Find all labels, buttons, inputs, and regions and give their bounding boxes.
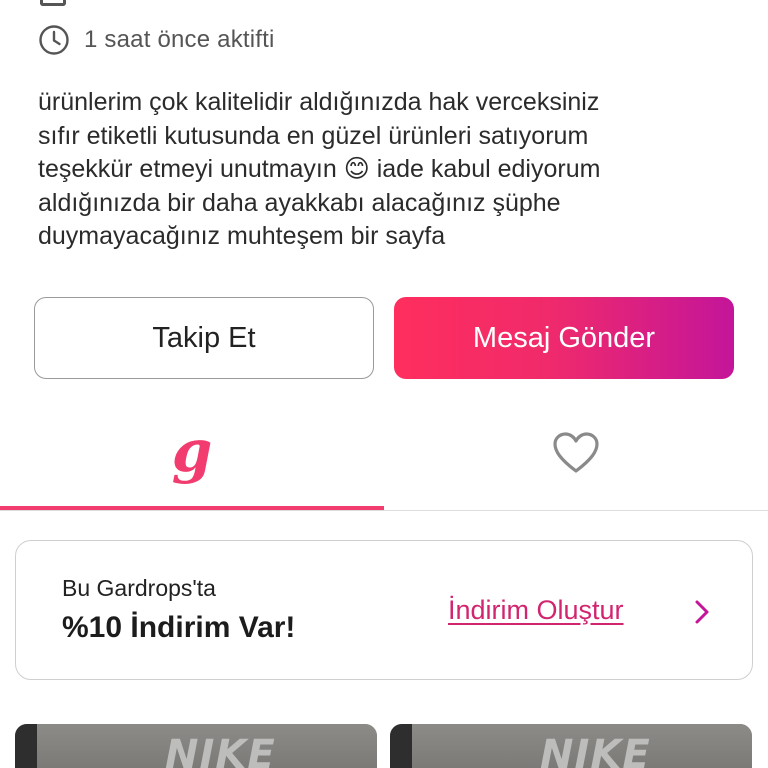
product-brand-print: NIKE: [540, 732, 651, 768]
tab-closet[interactable]: g: [0, 400, 384, 510]
follow-button-label: Takip Et: [152, 321, 256, 354]
last-active-row: 1 saat önce aktifti: [38, 24, 275, 56]
profile-bio: ürünlerim çok kalitelidir aldığınızda ha…: [38, 88, 601, 250]
discount-subtitle: Bu Gardrops'ta: [62, 575, 216, 601]
partial-top-row: [40, 0, 300, 6]
chevron-right-icon[interactable]: [692, 599, 712, 630]
gardrops-g-icon: g: [171, 417, 213, 485]
discount-card: Bu Gardrops'ta %10 İndirim Var! İndirim …: [15, 540, 753, 680]
send-message-button[interactable]: Mesaj Gönder: [394, 297, 734, 379]
product-card[interactable]: NIKE: [15, 724, 377, 768]
product-card[interactable]: NIKE: [390, 724, 752, 768]
create-discount-link[interactable]: İndirim Oluştur: [448, 595, 624, 626]
last-active-text: 1 saat önce aktifti: [84, 26, 275, 53]
discount-title: %10 İndirim Var!: [62, 611, 296, 644]
follow-button[interactable]: Takip Et: [34, 297, 374, 379]
clock-icon: [38, 24, 70, 56]
product-brand-print: NIKE: [165, 732, 276, 768]
partial-icon: [40, 0, 66, 6]
tabs-divider: [0, 510, 768, 511]
heart-icon: [552, 431, 600, 480]
profile-tabs: g: [0, 400, 768, 512]
tab-likes[interactable]: [384, 400, 768, 510]
send-message-button-label: Mesaj Gönder: [472, 321, 656, 354]
